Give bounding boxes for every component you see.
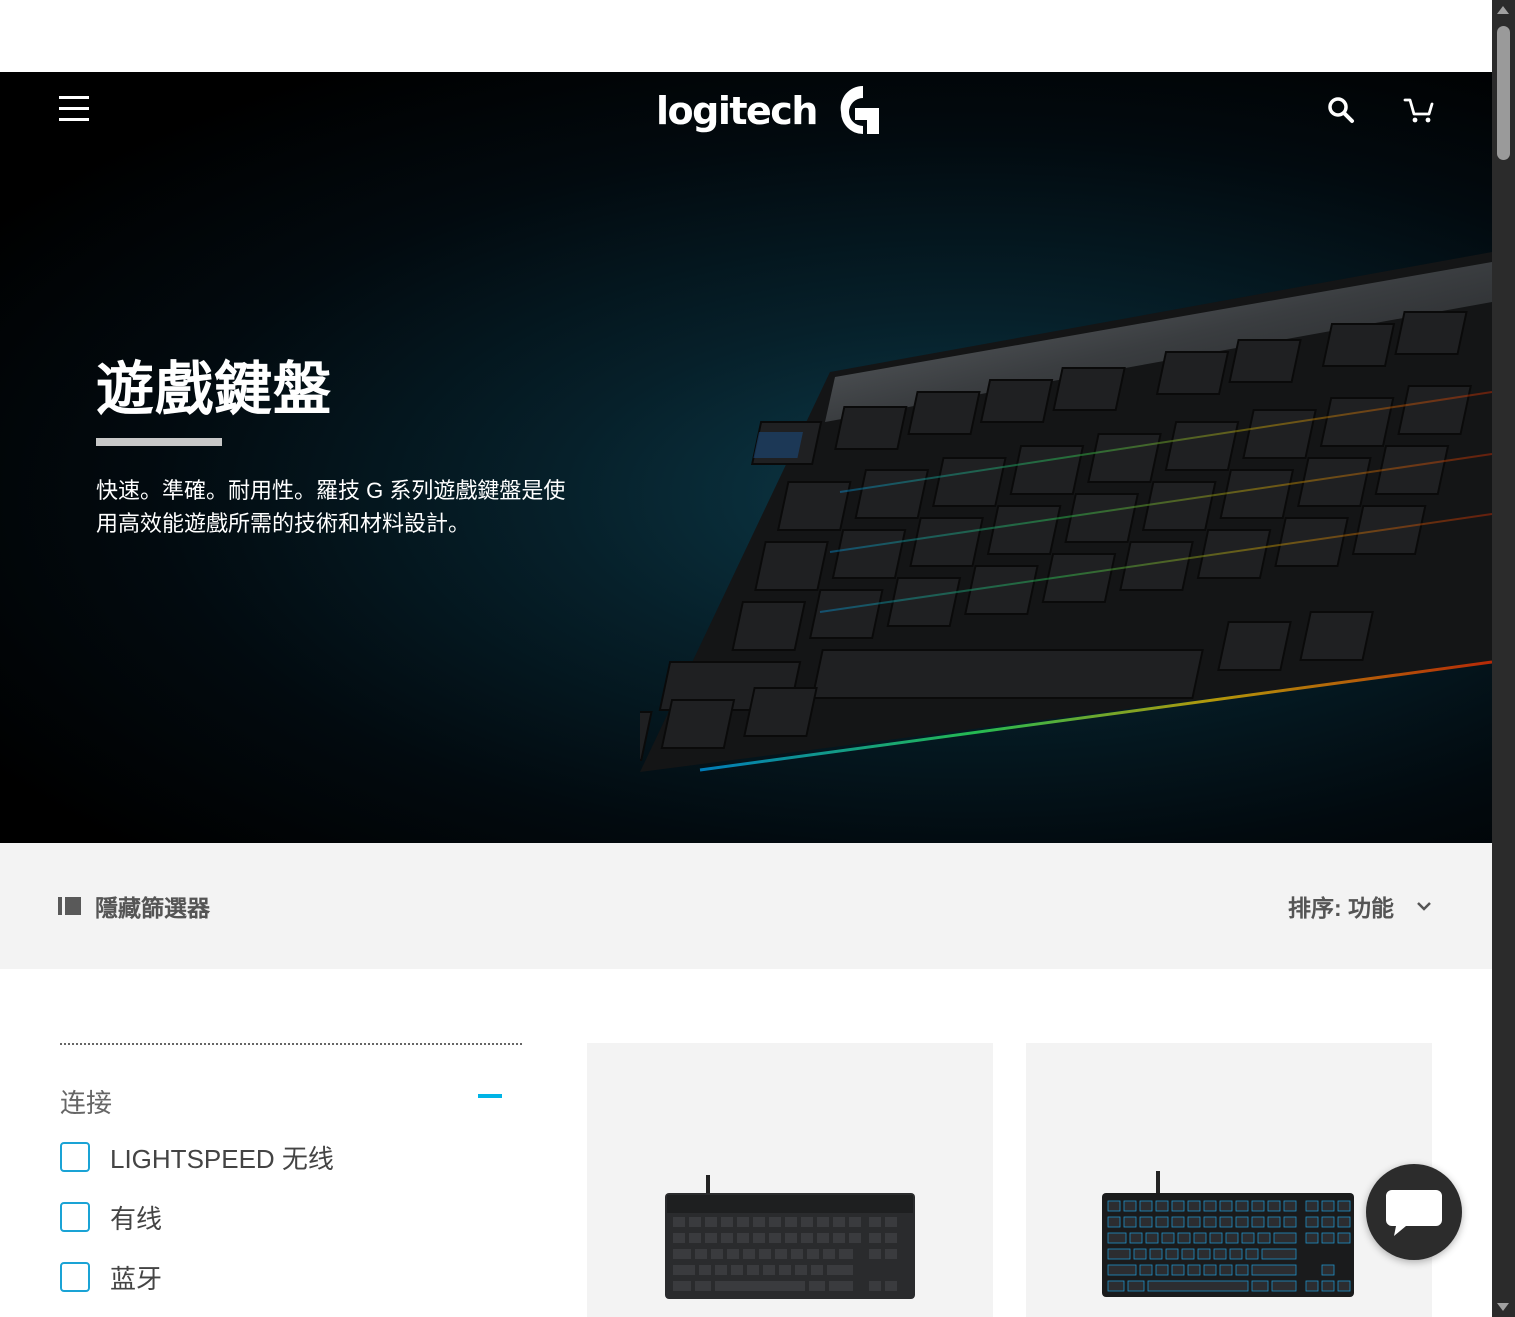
filter-sort-bar: 隱藏篩選器 排序: 功能 <box>0 843 1492 969</box>
option-label-wired[interactable]: 有线 <box>110 1199 162 1236</box>
page-scrollbar[interactable] <box>1492 0 1515 1317</box>
hide-filter-button[interactable]: 隱藏篩選器 <box>58 886 210 926</box>
collapse-icon[interactable] <box>458 1065 522 1127</box>
page: logitech 遊戲鍵盤 快速。準確。耐用性。羅技 G 系列遊戲鍵盤是使用高效… <box>0 0 1492 1317</box>
filter-option-bluetooth: 蓝牙 <box>60 1255 162 1299</box>
chevron-down-icon <box>1417 902 1431 911</box>
title-underline <box>96 438 222 446</box>
product-image-rgb-keyboard <box>1102 1171 1354 1297</box>
hamburger-menu-icon[interactable] <box>38 72 110 144</box>
logitech-logo[interactable]: logitech <box>656 82 885 140</box>
scroll-down-icon[interactable] <box>1497 1303 1509 1311</box>
filter-panel: 连接 <box>60 1043 522 1120</box>
cart-icon[interactable] <box>1381 72 1456 148</box>
checkbox-wired[interactable] <box>60 1202 90 1232</box>
hero-banner: logitech 遊戲鍵盤 快速。準確。耐用性。羅技 G 系列遊戲鍵盤是使用高效… <box>0 72 1492 843</box>
page-title: 遊戲鍵盤 <box>96 357 333 422</box>
logo-wordmark: logitech <box>656 89 818 133</box>
search-icon[interactable] <box>1305 72 1377 148</box>
scroll-up-icon[interactable] <box>1497 6 1509 14</box>
logitech-g-icon <box>840 85 879 134</box>
filter-panel-icon <box>58 897 81 915</box>
sort-label: 排序: 功能 <box>1288 895 1395 921</box>
option-label-bluetooth[interactable]: 蓝牙 <box>110 1259 162 1296</box>
product-image-tkl-keyboard <box>665 1175 915 1299</box>
keyboard-hero-image <box>640 252 1492 772</box>
hide-filter-label: 隱藏篩選器 <box>95 895 210 921</box>
scrollbar-thumb[interactable] <box>1497 26 1510 160</box>
option-label-lightspeed[interactable]: LIGHTSPEED 无线 <box>110 1139 334 1176</box>
sort-dropdown[interactable]: 排序: 功能 <box>1288 886 1434 926</box>
checkbox-lightspeed[interactable] <box>60 1142 90 1172</box>
filter-group-connection: 连接 <box>60 1045 522 1120</box>
chat-bubble-icon[interactable] <box>1366 1164 1462 1260</box>
filter-group-title[interactable]: 连接 <box>60 1083 112 1120</box>
hero-description: 快速。準確。耐用性。羅技 G 系列遊戲鍵盤是使用高效能遊戲所需的技術和材料設計。 <box>96 478 566 536</box>
product-card[interactable] <box>1026 1043 1432 1317</box>
filter-option-wired: 有线 <box>60 1195 162 1239</box>
filter-option-lightspeed: LIGHTSPEED 无线 <box>60 1135 334 1179</box>
top-navigation: logitech <box>0 72 1492 148</box>
checkbox-bluetooth[interactable] <box>60 1262 90 1292</box>
product-card[interactable] <box>587 1043 993 1317</box>
